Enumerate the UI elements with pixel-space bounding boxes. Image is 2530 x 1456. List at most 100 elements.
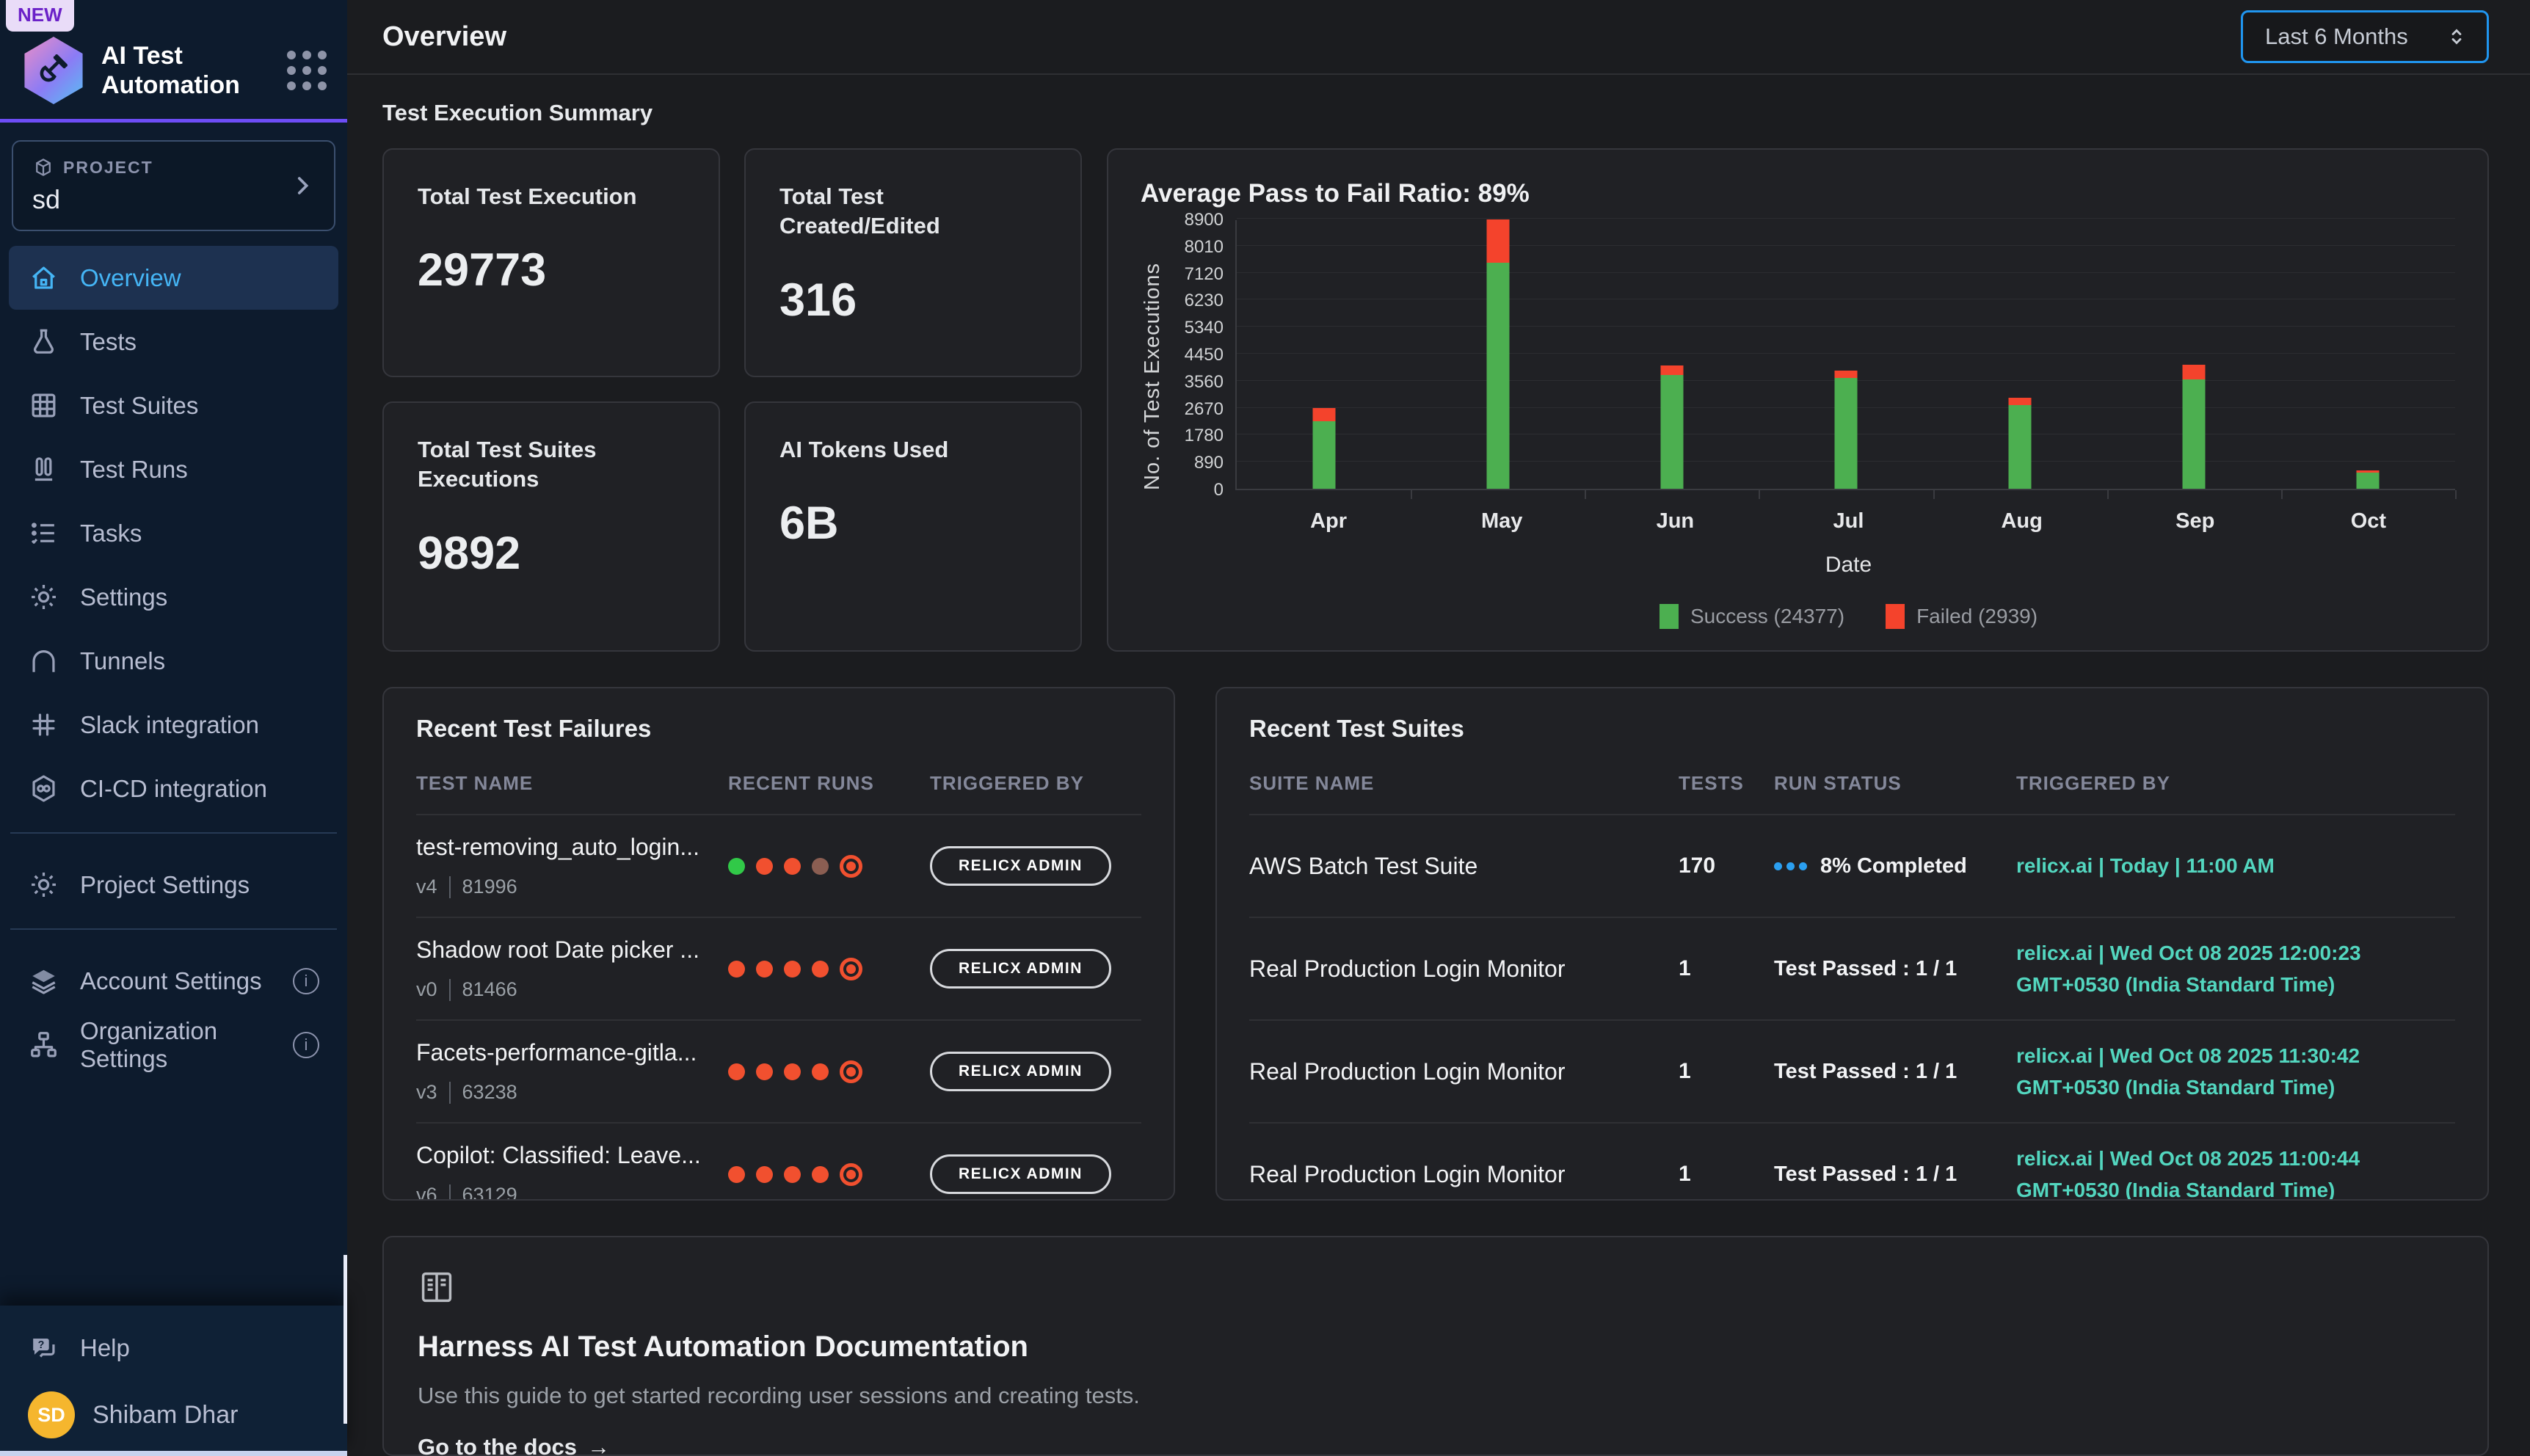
sidebar-item-account-settings[interactable]: Account Settingsi	[9, 949, 338, 1013]
triggered-by-button[interactable]: RELICX ADMIN	[930, 1052, 1111, 1091]
triggered-by-link[interactable]: relicx.ai | Wed Oct 08 2025 11:00:44 GMT…	[2016, 1143, 2455, 1201]
suite-name-cell[interactable]: AWS Batch Test Suite	[1249, 853, 1679, 880]
bar-may[interactable]	[1486, 219, 1509, 489]
sidebar-item-test-runs[interactable]: Test Runs	[9, 437, 338, 501]
metric-label: Total Test Suites Executions	[418, 435, 685, 495]
sidebar-item-settings[interactable]: Settings	[9, 565, 338, 629]
run-status-dot-failed[interactable]	[756, 961, 773, 978]
divider	[449, 1184, 451, 1201]
docs-icon	[418, 1268, 456, 1306]
triggered-by-button[interactable]: RELICX ADMIN	[930, 1154, 1111, 1194]
sidebar-item-overview[interactable]: Overview	[9, 246, 338, 310]
docs-link[interactable]: Go to the docs →	[418, 1434, 610, 1456]
sidebar-item-organization-settings[interactable]: Organization Settingsi	[9, 1013, 338, 1077]
test-meta: v663129	[416, 1184, 728, 1201]
bar-jun[interactable]	[1660, 365, 1683, 489]
test-name-link[interactable]: Shadow root Date picker ...	[416, 936, 728, 964]
run-status-dot-failed[interactable]	[784, 858, 801, 875]
sidebar-item-project-settings[interactable]: Project Settings	[9, 853, 338, 917]
cube-icon	[32, 156, 54, 178]
bar-jul[interactable]	[1835, 371, 1858, 489]
test-name-link[interactable]: test-removing_auto_login...	[416, 834, 728, 861]
user-menu[interactable]: SD Shibam Dhar	[9, 1380, 338, 1443]
sidebar-item-slack-integration[interactable]: Slack integration	[9, 693, 338, 757]
run-status-dot-failed[interactable]	[728, 1063, 745, 1080]
horizontal-scrollbar[interactable]	[0, 1451, 347, 1456]
run-status-dot-failed[interactable]	[784, 961, 801, 978]
chart-y-axis-label: No. of Test Executions	[1141, 220, 1165, 490]
help-chat-icon: ?	[28, 1332, 59, 1364]
run-status-dot-failed[interactable]	[756, 1063, 773, 1080]
triggered-by-link[interactable]: relicx.ai | Today | 11:00 AM	[2016, 850, 2455, 881]
gridline	[1237, 245, 2455, 246]
sidebar-item-test-suites[interactable]: Test Suites	[9, 374, 338, 437]
table-row[interactable]: test-removing_auto_login...v481996 RELICX…	[416, 814, 1141, 917]
sidebar-item-help[interactable]: ? Help	[9, 1316, 338, 1380]
metric-card-total-test-suites-executions: Total Test Suites Executions9892	[382, 401, 720, 652]
suite-name-cell[interactable]: Real Production Login Monitor	[1249, 1058, 1679, 1085]
date-range-select[interactable]: Last 6 Months	[2241, 10, 2489, 63]
content: Test Execution Summary Total Test Execut…	[347, 75, 2530, 1456]
run-status-dot-passed[interactable]	[728, 858, 745, 875]
legend-swatch	[1660, 604, 1679, 629]
latest-run-target-icon[interactable]	[840, 1060, 862, 1083]
run-status-dot-failed[interactable]	[812, 1063, 829, 1080]
bar-failed-segment	[2009, 398, 2032, 405]
test-name-link[interactable]: Copilot: Classified: Leave...	[416, 1142, 728, 1169]
vertical-scrollbar-thumb[interactable]	[343, 1255, 347, 1424]
bar-oct[interactable]	[2357, 470, 2380, 489]
x-axis-tick	[2455, 490, 2457, 499]
run-status-dot-failed[interactable]	[784, 1063, 801, 1080]
test-name-link[interactable]: Facets-performance-gitla...	[416, 1039, 728, 1066]
table-row[interactable]: Shadow root Date picker ...v081466RELICX…	[416, 917, 1141, 1019]
recent-test-failures-card: Recent Test Failures TEST NAMERECENT RUN…	[382, 687, 1175, 1201]
bar-aug[interactable]	[2009, 398, 2032, 489]
info-icon[interactable]: i	[293, 1032, 319, 1058]
table-row[interactable]: Facets-performance-gitla...v363238RELICX…	[416, 1019, 1141, 1122]
latest-run-target-icon[interactable]	[840, 1163, 862, 1186]
latest-run-target-icon[interactable]	[840, 855, 862, 878]
table-row[interactable]: Copilot: Classified: Leave... v663129 RELI…	[416, 1122, 1141, 1201]
run-status-dot-failed[interactable]	[784, 1166, 801, 1183]
y-tick-label: 6230	[1185, 291, 1224, 311]
legend-swatch	[1886, 604, 1905, 629]
sidebar-item-tunnels[interactable]: Tunnels	[9, 629, 338, 693]
project-name: sd	[32, 184, 290, 215]
table-row[interactable]: Real Production Login Monitor1Test Passe…	[1249, 1019, 2455, 1122]
legend-item-success: Success (24377)	[1660, 604, 1844, 629]
triggered-by-link[interactable]: relicx.ai | Wed Oct 08 2025 12:00:23 GMT…	[2016, 937, 2455, 1001]
suite-name-cell[interactable]: Real Production Login Monitor	[1249, 1161, 1679, 1188]
run-status-dot-failed[interactable]	[756, 1166, 773, 1183]
bar-sep[interactable]	[2183, 365, 2206, 489]
table-row[interactable]: AWS Batch Test Suite1708% Completedrelic…	[1249, 814, 2455, 917]
latest-run-target-icon[interactable]	[840, 958, 862, 980]
sidebar-item-label: Tests	[80, 328, 137, 356]
suite-name-cell[interactable]: Real Production Login Monitor	[1249, 956, 1679, 983]
tests-count-cell: 1	[1679, 956, 1774, 981]
apps-grid-icon[interactable]	[287, 51, 327, 90]
test-version: v3	[416, 1081, 437, 1104]
triggered-by-button[interactable]: RELICX ADMIN	[930, 949, 1111, 989]
y-tick-label: 890	[1194, 453, 1224, 473]
bar-apr[interactable]	[1312, 408, 1335, 489]
run-status-dot-failed[interactable]	[728, 961, 745, 978]
app-title: AI Test Automation	[101, 41, 255, 100]
info-icon[interactable]: i	[293, 968, 319, 994]
triggered-by-link[interactable]: relicx.ai | Wed Oct 08 2025 11:30:42 GMT…	[2016, 1040, 2455, 1104]
triggered-by-button[interactable]: RELICX ADMIN	[930, 846, 1111, 886]
table-row[interactable]: Real Production Login Monitor1Test Passe…	[1249, 917, 2455, 1019]
run-status-text: Test Passed : 1 / 1	[1774, 1162, 1957, 1187]
run-status-dot-failed[interactable]	[812, 1166, 829, 1183]
run-status-dot-failed[interactable]	[812, 961, 829, 978]
run-status-dot-failed[interactable]	[756, 858, 773, 875]
project-selector[interactable]: PROJECT sd	[12, 140, 335, 231]
test-name-cell: test-removing_auto_login...v481996	[416, 834, 728, 898]
run-status-dot-failed[interactable]	[728, 1166, 745, 1183]
table-row[interactable]: Real Production Login Monitor1Test Passe…	[1249, 1122, 2455, 1201]
date-range-value: Last 6 Months	[2265, 23, 2408, 50]
sidebar-item-tests[interactable]: Tests	[9, 310, 338, 374]
run-status-dot-aborted[interactable]	[812, 858, 829, 875]
runs-icon	[28, 454, 59, 485]
sidebar-item-ci-cd-integration[interactable]: CI-CD integration	[9, 757, 338, 820]
sidebar-item-tasks[interactable]: Tasks	[9, 501, 338, 565]
